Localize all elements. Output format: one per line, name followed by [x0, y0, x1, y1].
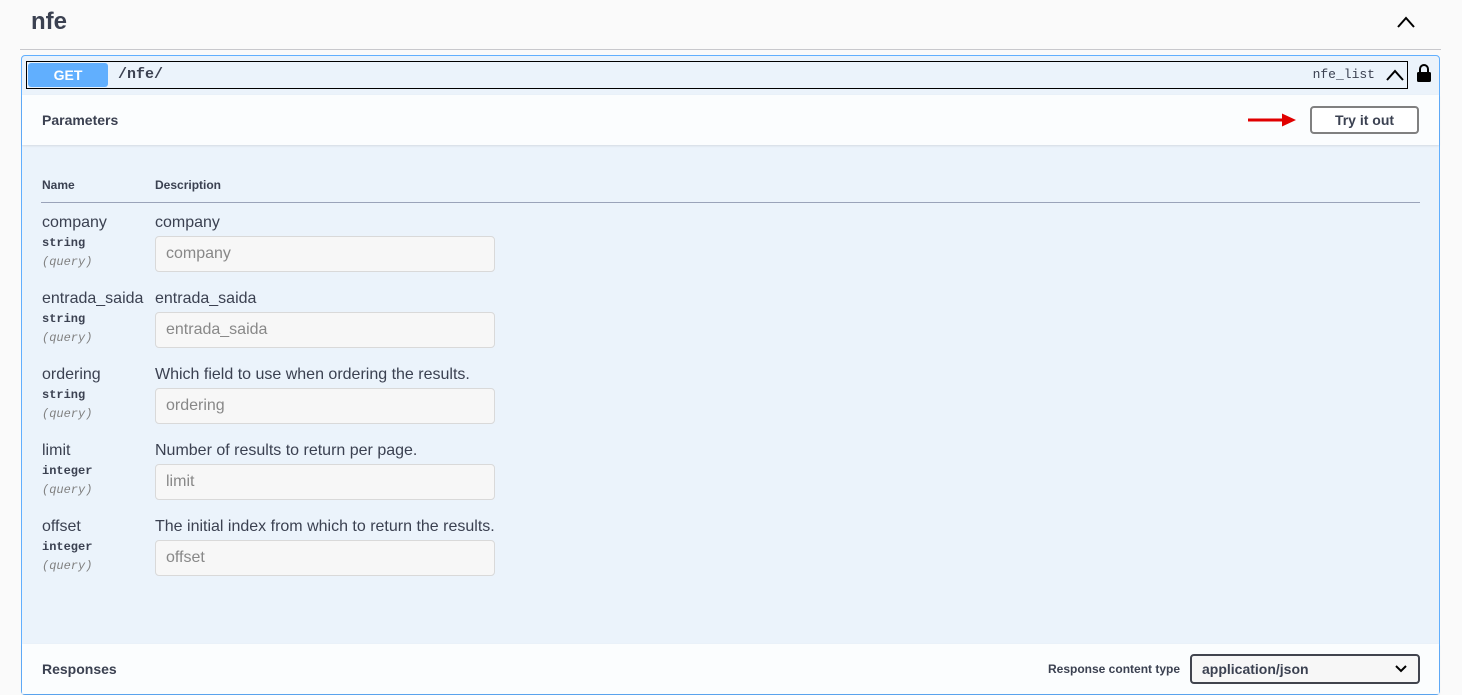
- operation-path[interactable]: /nfe/: [118, 62, 163, 88]
- parameter-row-offset: offset integer (query) The initial index…: [22, 518, 1439, 594]
- parameter-name: limit: [42, 442, 71, 459]
- response-content-type-select[interactable]: application/json: [1190, 654, 1420, 684]
- tag-header[interactable]: nfe: [20, 0, 1441, 50]
- column-header-description: Description: [155, 178, 222, 192]
- parameter-row-entrada-saida: entrada_saida string (query) entrada_sai…: [22, 290, 1439, 366]
- limit-input[interactable]: [155, 464, 495, 500]
- offset-input[interactable]: [155, 540, 495, 576]
- parameters-header: Parameters Try it out: [22, 95, 1439, 145]
- tag-title[interactable]: nfe: [31, 8, 67, 36]
- parameter-type: string: [42, 388, 86, 402]
- chevron-down-icon: [1395, 665, 1407, 673]
- chevron-up-icon[interactable]: [1385, 65, 1405, 85]
- ordering-input[interactable]: [155, 388, 495, 424]
- parameter-location: (query): [42, 255, 93, 269]
- header-divider: [41, 202, 1420, 203]
- parameter-location: (query): [42, 331, 93, 345]
- parameter-description: company: [155, 214, 220, 231]
- parameter-row-ordering: ordering string (query) Which field to u…: [22, 366, 1439, 442]
- responses-header: Responses Response content type applicat…: [22, 644, 1439, 694]
- parameter-description: Number of results to return per page.: [155, 442, 418, 459]
- responses-title: Responses: [42, 661, 117, 677]
- parameter-description: The initial index from which to return t…: [155, 518, 495, 535]
- parameter-row-limit: limit integer (query) Number of results …: [22, 442, 1439, 518]
- operation-block: GET /nfe/ nfe_list Parameters Try it out…: [21, 55, 1440, 695]
- parameters-title: Parameters: [42, 112, 119, 128]
- lock-icon[interactable]: [1416, 63, 1432, 83]
- parameter-name: ordering: [42, 366, 101, 383]
- column-header-name: Name: [42, 178, 75, 192]
- parameter-description: entrada_saida: [155, 290, 257, 307]
- parameter-description: Which field to use when ordering the res…: [155, 366, 470, 383]
- parameter-type: integer: [42, 540, 93, 554]
- company-input[interactable]: [155, 236, 495, 272]
- response-content-type-value: application/json: [1202, 661, 1309, 677]
- arrow-right-icon: [1248, 113, 1296, 127]
- parameter-location: (query): [42, 559, 93, 573]
- entrada-saida-input[interactable]: [155, 312, 495, 348]
- parameter-location: (query): [42, 483, 93, 497]
- parameter-type: string: [42, 312, 86, 326]
- chevron-up-icon[interactable]: [1395, 12, 1417, 34]
- parameter-type: string: [42, 236, 86, 250]
- operation-id: nfe_list: [1312, 67, 1375, 82]
- response-content-type-label: Response content type: [1048, 662, 1181, 676]
- parameter-name: entrada_saida: [42, 290, 144, 307]
- try-it-out-button[interactable]: Try it out: [1310, 106, 1419, 134]
- operation-summary[interactable]: GET /nfe/ nfe_list: [26, 61, 1408, 89]
- parameter-row-company: company string (query) company: [22, 214, 1439, 290]
- parameter-location: (query): [42, 407, 93, 421]
- parameter-name: offset: [42, 518, 81, 535]
- parameter-name: company: [42, 214, 107, 231]
- method-badge: GET: [28, 63, 108, 87]
- parameter-type: integer: [42, 464, 93, 478]
